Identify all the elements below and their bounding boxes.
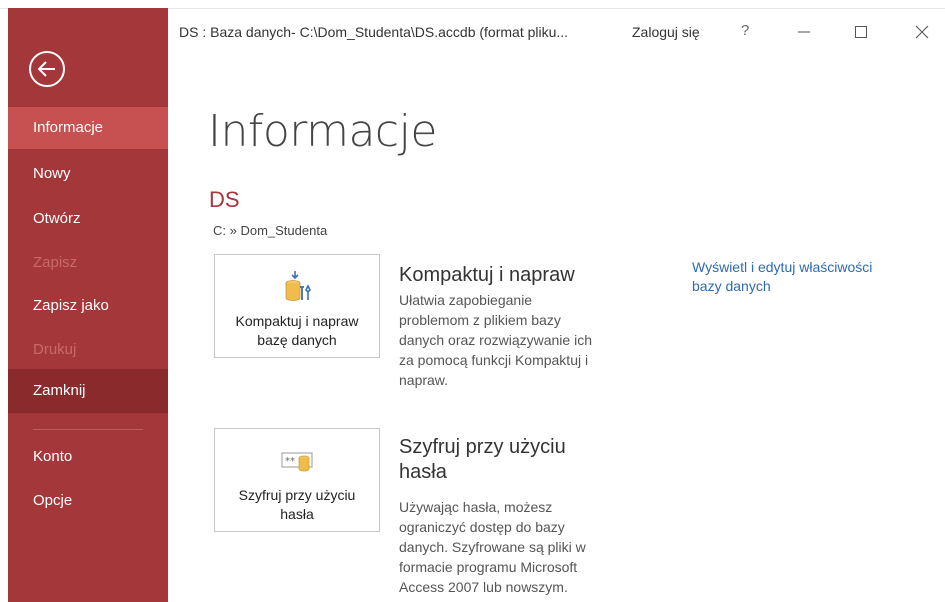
sidebar-divider: [33, 429, 143, 430]
compact-tile-line2: bazę danych: [257, 332, 337, 348]
sidebar-item-informacje[interactable]: Informacje: [8, 107, 168, 149]
sidebar-item-zapisz: Zapisz: [33, 254, 78, 271]
compact-desc-line: za pomocą funkcji Kompaktuj i: [399, 352, 589, 368]
sign-in-link[interactable]: Zaloguj się: [632, 24, 700, 40]
maximize-icon: [855, 26, 867, 38]
view-edit-properties-link[interactable]: Wyświetl i edytuj właściwości bazy danyc…: [692, 258, 912, 296]
encrypt-heading-line1: Szyfruj przy użyciu: [399, 436, 566, 458]
help-button[interactable]: ?: [741, 22, 749, 39]
database-lock-icon: **: [281, 452, 313, 472]
compact-repair-button[interactable]: Kompaktuj i napraw bazę danych: [214, 254, 380, 358]
back-arrow-icon: [38, 61, 55, 77]
sidebar-item-zamknij[interactable]: Zamknij: [8, 369, 168, 413]
close-icon: [915, 25, 929, 39]
page-title: Informacje: [208, 106, 437, 157]
encrypt-heading: Szyfruj przy użyciu hasła: [399, 435, 566, 485]
compact-heading: Kompaktuj i napraw: [399, 264, 575, 286]
sidebar-item-zapisz-jako[interactable]: Zapisz jako: [8, 285, 168, 327]
compact-repair-label: Kompaktuj i napraw bazę danych: [219, 312, 375, 350]
title-bar: DS : Baza danych- C:\Dom_Studenta\DS.acc…: [168, 8, 945, 52]
compact-desc-line: napraw.: [399, 372, 449, 388]
encrypt-desc-line: Używając hasła, możesz: [399, 499, 553, 515]
sidebar-item-nowy[interactable]: Nowy: [8, 153, 168, 195]
minimize-icon: [798, 31, 810, 33]
compact-desc-line: danych oraz rozwiązywanie ich: [399, 332, 592, 348]
database-repair-icon: [285, 271, 311, 301]
sidebar-item-konto[interactable]: Konto: [8, 436, 168, 478]
compact-description: Ułatwia zapobieganie problemom z plikiem…: [399, 290, 617, 390]
properties-link-line2: bazy danych: [692, 278, 771, 294]
encrypt-desc-line: formacie programu Microsoft: [399, 559, 578, 575]
svg-text:**: **: [285, 456, 295, 467]
encrypt-desc-line: danych. Szyfrowane są pliki w: [399, 539, 586, 555]
sidebar-item-otworz[interactable]: Otwórz: [8, 198, 168, 240]
sidebar-item-drukuj: Drukuj: [33, 341, 77, 358]
encrypt-desc-line: Access 2007 lub nowszym.: [399, 579, 568, 595]
encrypt-desc-line: ograniczyć dostęp do bazy: [399, 519, 565, 535]
compact-desc-line: Ułatwia zapobieganie: [399, 292, 533, 308]
encrypt-heading-line2: hasła: [399, 461, 447, 483]
close-button[interactable]: [908, 20, 936, 44]
database-name: DS: [209, 187, 240, 212]
maximize-button[interactable]: [847, 20, 875, 44]
minimize-button[interactable]: [790, 20, 818, 44]
encrypt-password-button[interactable]: ** Szyfruj przy użyciu hasła: [214, 428, 380, 532]
compact-tile-line1: Kompaktuj i napraw: [235, 313, 359, 329]
window-title: DS : Baza danych- C:\Dom_Studenta\DS.acc…: [179, 24, 569, 40]
encrypt-description: Używając hasła, możesz ograniczyć dostęp…: [399, 497, 617, 597]
encrypt-tile-line2: hasła: [280, 506, 314, 522]
encrypt-tile-line1: Szyfruj przy użyciu: [238, 487, 356, 503]
encrypt-password-label: Szyfruj przy użyciu hasła: [219, 486, 375, 524]
properties-link-line1: Wyświetl i edytuj właściwości: [692, 259, 873, 275]
backstage-sidebar: Informacje Nowy Otwórz Zapisz Zapisz jak…: [8, 8, 168, 602]
compact-desc-line: problemom z plikiem bazy: [399, 312, 561, 328]
database-path: C: » Dom_Studenta: [213, 223, 328, 238]
back-button[interactable]: [29, 51, 65, 87]
sidebar-item-opcje[interactable]: Opcje: [8, 480, 168, 522]
